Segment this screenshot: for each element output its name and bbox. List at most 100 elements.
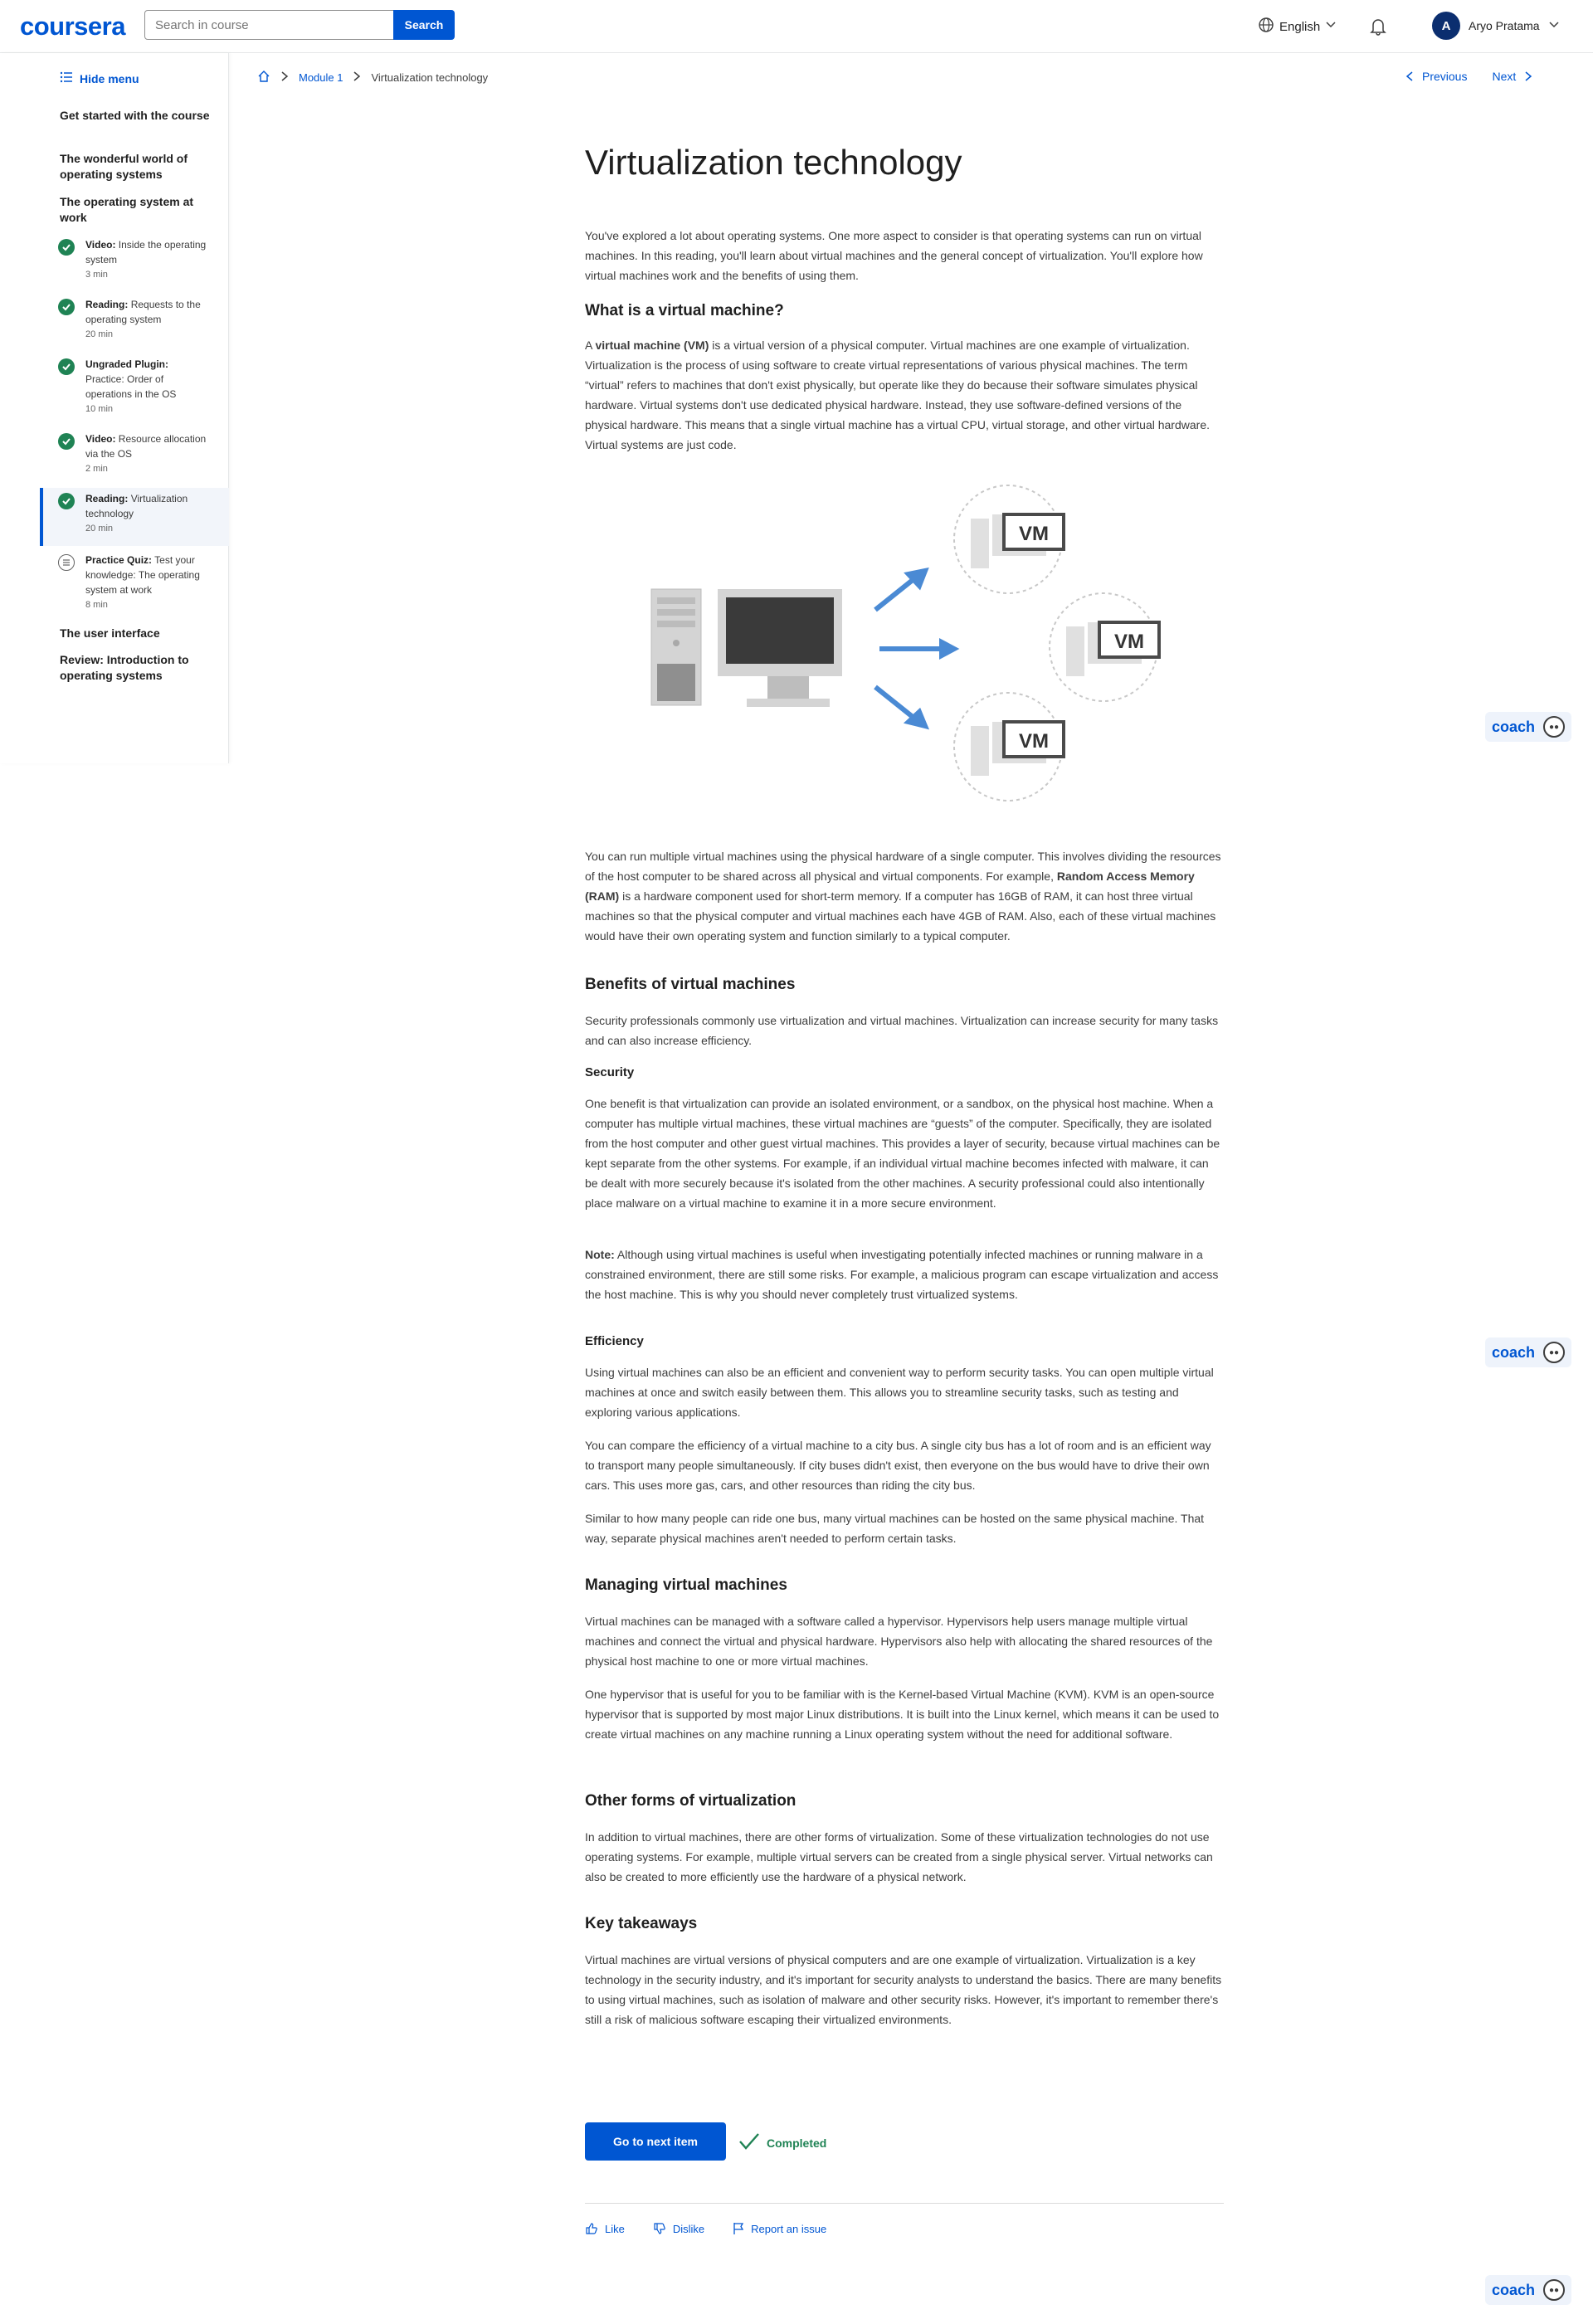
item-type: Reading: xyxy=(85,493,129,504)
sidebar-item-virtualization[interactable]: Reading: Virtualization technology 20 min xyxy=(40,488,229,546)
completed-check-icon xyxy=(58,433,75,450)
report-issue-label: Report an issue xyxy=(751,2222,827,2235)
svg-text:VM: VM xyxy=(1114,631,1144,653)
coach-icon: ●● xyxy=(1543,2279,1565,2301)
other-forms-paragraph: In addition to virtual machines, there a… xyxy=(585,1830,1213,1883)
efficiency-paragraph-3: Similar to how many people can ride one … xyxy=(585,1512,1205,1545)
vm-paragraph-1: A virtual machine (VM) is a virtual vers… xyxy=(585,335,1224,455)
sidebar-section-os-at-work[interactable]: The operating system at work xyxy=(60,194,217,226)
next-label: Next xyxy=(1492,70,1517,83)
chevron-down-icon xyxy=(1548,19,1560,33)
thumbs-up-icon xyxy=(586,2223,597,2234)
sidebar-section-get-started[interactable]: Get started with the course xyxy=(60,108,217,124)
breadcrumb-module[interactable]: Module 1 xyxy=(299,71,343,84)
coach-label: coach xyxy=(1492,2281,1536,2298)
arrow-icon xyxy=(874,567,960,730)
heading-what-is-vm: What is a virtual machine? xyxy=(585,302,784,319)
item-duration: 10 min xyxy=(85,404,114,414)
breadcrumb: Module 1 Virtualization technology xyxy=(257,70,488,85)
heading-efficiency: Efficiency xyxy=(585,1334,644,1348)
coach-label: coach xyxy=(1492,718,1536,735)
sidebar-item-inside-os[interactable]: Video: Inside the operating system 3 min xyxy=(40,234,229,289)
heading-security: Security xyxy=(585,1065,635,1079)
search-input[interactable] xyxy=(144,10,395,40)
sidebar-item-practice-quiz[interactable]: Practice Quiz: Test your knowledge: The … xyxy=(40,549,229,619)
previous-button[interactable]: Previous xyxy=(1405,70,1467,83)
item-type: Ungraded Plugin: xyxy=(85,358,168,370)
completed-check-icon xyxy=(58,299,75,315)
note-label: Note: xyxy=(585,1248,615,1261)
dislike-button[interactable]: Dislike xyxy=(653,2222,704,2235)
coach-button[interactable]: coach ●● xyxy=(1485,1337,1571,1367)
coach-label: coach xyxy=(1492,1343,1536,1361)
dislike-label: Dislike xyxy=(672,2222,705,2235)
hide-menu-button[interactable]: Hide menu xyxy=(60,71,139,85)
next-button[interactable]: Next xyxy=(1492,70,1532,83)
home-icon[interactable] xyxy=(257,70,270,85)
svg-text:VM: VM xyxy=(1019,523,1049,545)
course-sidebar: Hide menu Get started with the course Th… xyxy=(0,53,229,763)
list-icon xyxy=(60,71,73,85)
sidebar-section-review[interactable]: Review: Introduction to operating system… xyxy=(60,652,217,684)
search-button[interactable]: Search xyxy=(393,10,455,40)
sidebar-item-resource-allocation[interactable]: Video: Resource allocation via the OS 2 m… xyxy=(40,428,229,483)
svg-text:VM: VM xyxy=(1019,730,1049,753)
text-run: is a virtual version of a physical compu… xyxy=(585,339,1210,451)
vm-icon-top: VM xyxy=(953,485,1065,594)
coursera-logo[interactable]: coursera xyxy=(20,12,125,41)
page-title: Virtualization technology xyxy=(585,143,962,182)
divider xyxy=(585,2203,1224,2204)
checkmark-icon xyxy=(738,2132,760,2153)
notifications-bell-icon[interactable] xyxy=(1367,16,1389,41)
virtualization-diagram: VM VM VM xyxy=(639,473,1170,821)
term-virtual-machine: virtual machine (VM) xyxy=(595,339,709,352)
text-run: A xyxy=(585,339,596,352)
completed-check-icon xyxy=(58,358,75,375)
sidebar-section-user-interface[interactable]: The user interface xyxy=(60,626,217,641)
sidebar-section-wonderful-world[interactable]: The wonderful world of operating systems xyxy=(60,151,217,183)
completed-check-icon xyxy=(58,493,75,509)
vm-icon-bottom: VM xyxy=(953,692,1065,801)
managing-paragraph-1: Virtual machines can be managed with a s… xyxy=(585,1615,1213,1668)
vm-paragraph-2: You can run multiple virtual machines us… xyxy=(585,846,1224,946)
like-button[interactable]: Like xyxy=(585,2222,625,2235)
heading-key-takeaways: Key takeaways xyxy=(585,1915,698,1932)
coach-button[interactable]: coach ●● xyxy=(1485,2275,1571,2305)
heading-other-forms: Other forms of virtualization xyxy=(585,1792,796,1810)
like-label: Like xyxy=(605,2222,625,2235)
language-selector[interactable]: English xyxy=(1258,17,1337,37)
thumbs-down-icon xyxy=(654,2223,665,2234)
feedback-bar: Like Dislike Report an issue xyxy=(585,2222,826,2235)
chevron-right-icon xyxy=(1525,71,1532,81)
completed-status: Completed xyxy=(738,2132,826,2153)
text-run: is a hardware component used for short-t… xyxy=(585,889,1216,943)
chevron-right-icon xyxy=(280,71,289,85)
chevron-down-icon xyxy=(1325,19,1337,34)
item-type: Video: xyxy=(85,239,116,251)
note-paragraph: Note: Although using virtual machines is… xyxy=(585,1245,1224,1304)
sidebar-item-requests[interactable]: Reading: Requests to the operating syste… xyxy=(40,294,229,348)
sidebar-item-practice-order[interactable]: Ungraded Plugin: Practice: Order of oper… xyxy=(40,353,229,423)
hide-menu-label: Hide menu xyxy=(80,71,139,85)
intro-paragraph: You've explored a lot about operating sy… xyxy=(585,229,1203,282)
benefits-paragraph: Security professionals commonly use virt… xyxy=(585,1014,1219,1047)
item-duration: 8 min xyxy=(85,600,108,610)
top-header: coursera Search English A Aryo Pratama xyxy=(0,0,1593,53)
report-issue-button[interactable]: Report an issue xyxy=(733,2222,826,2235)
user-menu[interactable]: A Aryo Pratama xyxy=(1432,12,1560,40)
completed-label: Completed xyxy=(767,2136,827,2150)
go-to-next-item-button[interactable]: Go to next item xyxy=(585,2122,726,2161)
language-label: English xyxy=(1279,19,1321,34)
item-navigation: Previous Next xyxy=(1405,70,1532,83)
avatar: A xyxy=(1432,12,1460,40)
managing-paragraph-2: One hypervisor that is useful for you to… xyxy=(585,1688,1220,1741)
chevron-right-icon xyxy=(353,71,361,85)
text-run: Although using virtual machines is usefu… xyxy=(585,1248,1219,1301)
item-duration: 20 min xyxy=(85,329,114,339)
chevron-left-icon xyxy=(1405,71,1413,81)
item-duration: 20 min xyxy=(85,524,114,533)
item-type: Video: xyxy=(85,433,116,445)
security-paragraph: One benefit is that virtualization can p… xyxy=(585,1097,1220,1210)
item-duration: 2 min xyxy=(85,464,108,474)
coach-button[interactable]: coach ●● xyxy=(1485,712,1571,742)
